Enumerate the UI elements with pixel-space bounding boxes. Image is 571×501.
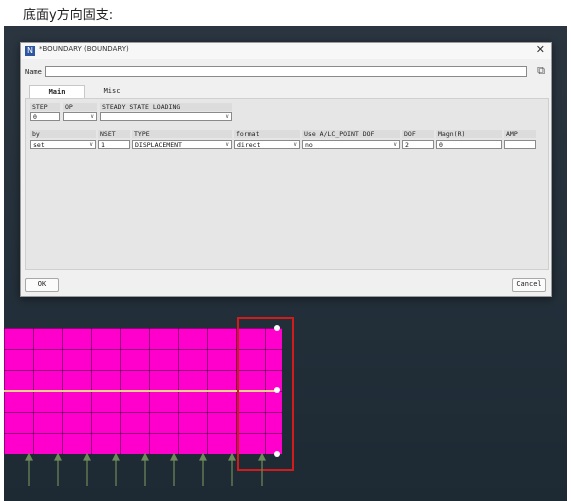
app-icon: N [25,46,35,56]
magn-header: Magn(R) [436,130,502,138]
name-label: Name [25,68,42,76]
dialog-title: *BOUNDARY (BOUNDARY) [39,45,129,53]
name-input[interactable] [45,66,527,77]
dialog-titlebar: N *BOUNDARY (BOUNDARY) ✕ [21,43,551,59]
amp-field[interactable] [504,140,536,149]
nset-header: NSET [98,130,130,138]
magn-field[interactable]: 0 [436,140,502,149]
loading-select[interactable] [100,112,232,121]
boundary-dialog: N *BOUNDARY (BOUNDARY) ✕ Name ⧉ Main Mis… [20,42,552,297]
step-header: STEP [30,103,60,111]
close-icon[interactable]: ✕ [536,43,545,56]
cancel-button[interactable]: Cancel [512,278,546,292]
nset-field[interactable]: 1 [98,140,130,149]
dof-header: DOF [402,130,434,138]
op-header: OP [63,103,97,111]
amp-header: AMP [504,130,536,138]
loading-header: STEADY STATE LOADING [100,103,232,111]
by-header: by [30,130,96,138]
type-header: TYPE [132,130,232,138]
by-select[interactable]: set [30,140,96,149]
main-panel: STEP OP STEADY STATE LOADING 0 by NSET T… [25,98,549,270]
page-caption: 底面y方向固支: [23,8,114,23]
op-select[interactable] [63,112,97,121]
step-field[interactable]: 0 [30,112,60,121]
dof-field[interactable]: 2 [402,140,434,149]
type-select[interactable]: DISPLACEMENT [132,140,232,149]
copy-icon[interactable]: ⧉ [537,64,545,78]
format-header: format [234,130,300,138]
format-select[interactable]: direct [234,140,300,149]
use-select[interactable]: no [302,140,400,149]
tab-main[interactable]: Main [29,85,85,98]
tab-misc[interactable]: Misc [85,85,139,97]
use-header: Use A/LC_POINT DOF [302,130,400,138]
ok-button[interactable]: OK [25,278,59,292]
